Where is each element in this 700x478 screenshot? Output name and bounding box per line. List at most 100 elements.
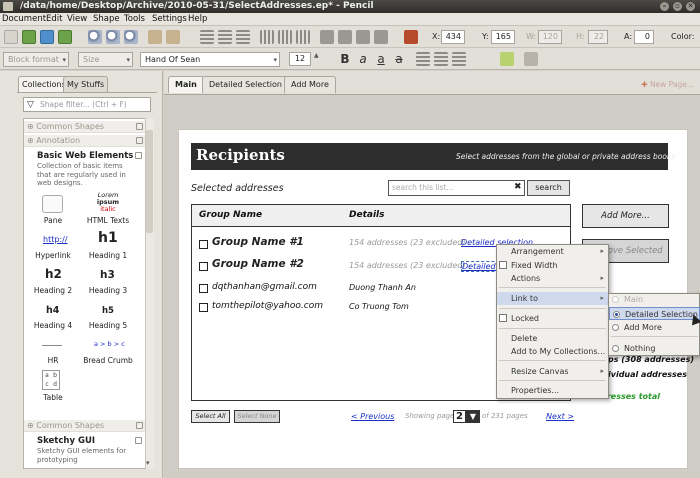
font-size-field[interactable]: 12: [289, 52, 311, 66]
fixed-width-checkbox[interactable]: [499, 261, 507, 269]
category-annotation[interactable]: ⊕ Annotation: [24, 135, 145, 147]
menu-item-properties[interactable]: Properties...: [497, 384, 608, 397]
hyperlink-icon[interactable]: http://: [43, 235, 68, 244]
menu-edit[interactable]: Edit: [46, 14, 62, 24]
shape-filter-input[interactable]: Shape filter... (Ctrl + F): [23, 97, 151, 112]
align-left-icon[interactable]: [200, 30, 214, 44]
category-common-shapes-2[interactable]: ⊕ Common Shapes: [24, 420, 145, 432]
menu-settings[interactable]: Settings: [152, 14, 187, 24]
mockup-page-field[interactable]: 2: [453, 410, 466, 423]
text-align-center-icon[interactable]: [434, 52, 448, 66]
mockup-clear-icon[interactable]: ✖: [514, 182, 522, 192]
undo-icon[interactable]: [148, 30, 162, 44]
close-button[interactable]: ✕: [686, 2, 695, 11]
html-texts-icon[interactable]: Lorem ipsum italic: [96, 192, 120, 213]
mockup-row-details[interactable]: Co Truong Tom: [349, 302, 409, 311]
font-size-stepper-icon[interactable]: ▲: [314, 52, 322, 66]
menu-item-actions[interactable]: Actions ▸: [497, 272, 608, 285]
y-field[interactable]: 165: [491, 30, 515, 44]
mockup-row-checkbox[interactable]: [199, 240, 208, 249]
category-sketchy-gui[interactable]: Sketchy GUI Sketchy GUI elements for pro…: [24, 434, 145, 468]
category-basic-web-elements[interactable]: Basic Web Elements Collection of basic i…: [24, 149, 145, 189]
bring-front-icon[interactable]: [356, 30, 370, 44]
redo-icon[interactable]: [166, 30, 180, 44]
zoom-in-icon[interactable]: [88, 30, 102, 44]
mockup-row-checkbox[interactable]: [199, 262, 208, 271]
mockup-previous-link[interactable]: < Previous: [351, 412, 394, 421]
same-width-icon[interactable]: [320, 30, 334, 44]
mockup-row-details[interactable]: 154 addresses (23 excluded) -: [349, 238, 471, 247]
mockup-selected-label[interactable]: Selected addresses: [191, 183, 284, 194]
zoom-fit-icon[interactable]: [124, 30, 138, 44]
scrollbar-thumb[interactable]: [146, 130, 153, 233]
x-field[interactable]: 434: [441, 30, 465, 44]
mockup-showing-page[interactable]: Showing page: [405, 412, 454, 420]
mockup-row-name[interactable]: tomthepilot@yahoo.com: [212, 301, 323, 311]
align-bottom-icon[interactable]: [296, 30, 310, 44]
locked-checkbox[interactable]: [499, 314, 507, 322]
menu-item-add-to-collections[interactable]: Add to My Collections...: [497, 345, 608, 358]
strikethrough-icon[interactable]: a: [392, 52, 406, 66]
menu-help[interactable]: Help: [188, 14, 207, 24]
zoom-out-icon[interactable]: [106, 30, 120, 44]
pin-icon[interactable]: [135, 152, 142, 159]
mockup-row-checkbox[interactable]: [199, 303, 208, 312]
mockup-select-all-button[interactable]: Select All: [191, 410, 230, 423]
mockup-search-input[interactable]: search this list...: [388, 180, 525, 196]
maximize-button[interactable]: ▫: [673, 2, 682, 11]
mockup-select-none-button[interactable]: Select None: [234, 410, 280, 423]
menu-item-fixed-width[interactable]: Fixed Width: [497, 259, 608, 272]
heading-2-icon[interactable]: h2: [45, 267, 62, 281]
line-color-icon[interactable]: [524, 52, 538, 66]
menu-tools[interactable]: Tools: [124, 14, 145, 24]
menu-item-resize-canvas[interactable]: Resize Canvas ▸: [497, 365, 608, 378]
align-top-icon[interactable]: [260, 30, 274, 44]
tab-collections[interactable]: Collections: [18, 76, 70, 92]
new-page-button[interactable]: ✚ New Page...: [641, 80, 694, 89]
h-field[interactable]: 22: [588, 30, 608, 44]
tab-detailed-selection[interactable]: Detailed Selection: [202, 76, 289, 93]
mockup-row-details[interactable]: Duong Thanh An: [349, 283, 416, 292]
block-format-select[interactable]: Block format ▾: [3, 52, 69, 67]
same-height-icon[interactable]: [338, 30, 352, 44]
category-common-shapes[interactable]: ⊕ Common Shapes: [24, 121, 145, 133]
mockup-row-details[interactable]: 154 addresses (23 excluded) -: [349, 261, 471, 270]
menu-shape[interactable]: Shape: [93, 14, 120, 24]
open-document-icon[interactable]: [22, 30, 36, 44]
font-select[interactable]: Hand Of Sean ▾: [140, 52, 280, 67]
mockup-page-dropdown-icon[interactable]: ▼: [466, 410, 480, 423]
mockup-row-name[interactable]: Group Name #1: [212, 236, 304, 248]
align-right-icon[interactable]: [236, 30, 250, 44]
mockup-total-line-2[interactable]: ividual addresses: [608, 370, 687, 379]
minimize-button[interactable]: –: [660, 2, 669, 11]
mockup-row-name[interactable]: dqthanhan@gmail.com: [212, 282, 317, 292]
mockup-of-pages[interactable]: of 231 pages: [482, 412, 528, 420]
heading-3-icon[interactable]: h3: [100, 269, 115, 281]
menu-view[interactable]: View: [67, 14, 87, 24]
menu-document[interactable]: Document: [2, 14, 46, 24]
mockup-subtitle[interactable]: Select addresses from the global or priv…: [456, 152, 675, 161]
align-middle-icon[interactable]: [278, 30, 292, 44]
tab-add-more[interactable]: Add More: [284, 76, 336, 93]
heading-4-icon[interactable]: h4: [46, 305, 59, 316]
pin-icon[interactable]: [136, 422, 143, 429]
angle-field[interactable]: 0: [634, 30, 654, 44]
heading-5-icon[interactable]: h5: [102, 306, 114, 316]
mockup-search-button[interactable]: search: [527, 180, 570, 196]
scroll-down-icon[interactable]: ▾: [146, 459, 150, 467]
mockup-col-group[interactable]: Group Name: [199, 210, 262, 220]
tab-main[interactable]: Main: [168, 76, 204, 93]
menu-item-delete[interactable]: Delete: [497, 332, 608, 345]
menu-item-locked[interactable]: Locked: [497, 312, 608, 325]
paint-icon[interactable]: [404, 30, 418, 44]
tab-my-stuffs[interactable]: My Stuffs: [63, 76, 109, 92]
submenu-item-detailed-selection[interactable]: Detailed Selection: [609, 307, 700, 320]
pane-icon[interactable]: [42, 195, 63, 213]
menu-item-link-to[interactable]: Link to ▸: [497, 292, 608, 305]
mockup-col-details[interactable]: Details: [349, 210, 384, 220]
size-select[interactable]: Size ▾: [78, 52, 133, 67]
submenu-item-nothing[interactable]: Nothing: [609, 342, 700, 355]
send-back-icon[interactable]: [374, 30, 388, 44]
mockup-add-more-button[interactable]: Add More...: [582, 204, 669, 228]
mockup-row-checkbox[interactable]: [199, 284, 208, 293]
